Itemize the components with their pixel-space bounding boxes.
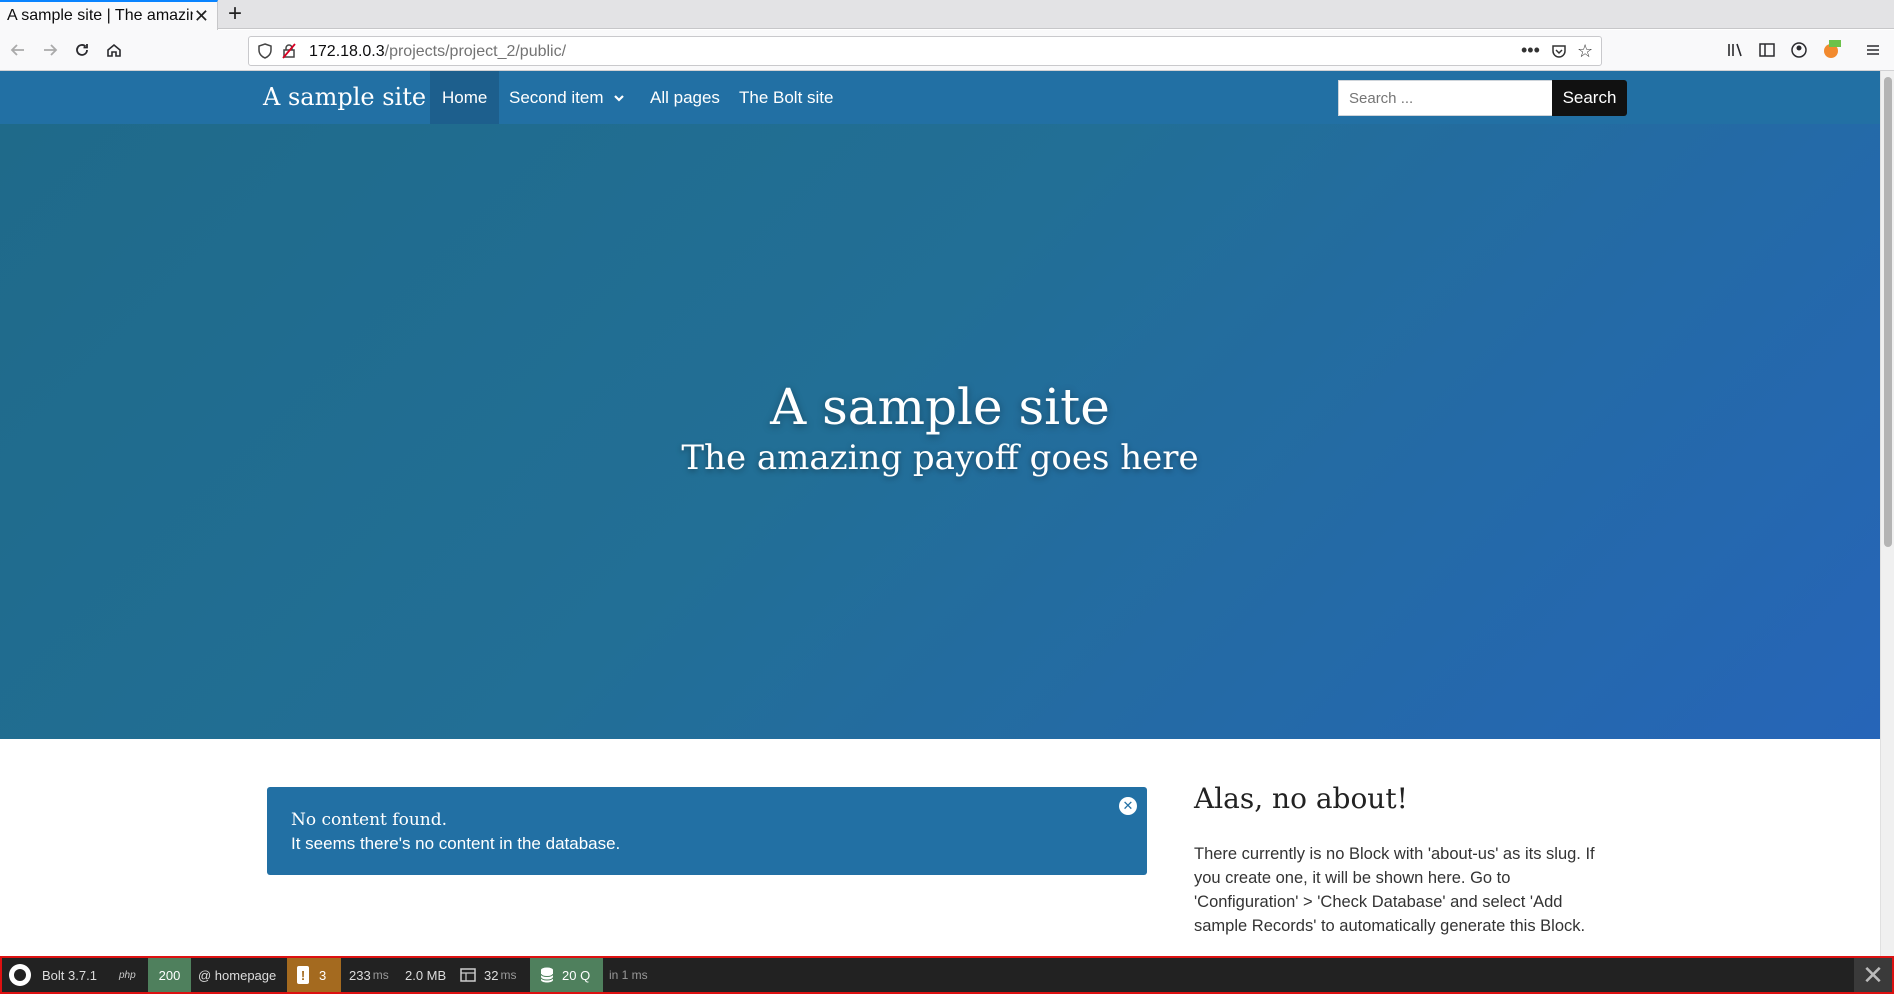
- page-scrollbar[interactable]: [1880, 71, 1894, 956]
- url-bar[interactable]: 172.18.0.3/projects/project_2/public/ ••…: [248, 36, 1602, 66]
- account-icon[interactable]: [1787, 38, 1811, 62]
- nav-item-second[interactable]: Second item: [509, 71, 626, 124]
- no-content-alert: No content found. It seems there's no co…: [267, 787, 1147, 875]
- nav-item-label: All pages: [650, 87, 720, 107]
- debug-queries-time: in 1 ms: [609, 968, 648, 982]
- url-text: 172.18.0.3/projects/project_2/public/: [309, 43, 567, 60]
- debug-memory[interactable]: 2.0 MB: [405, 958, 446, 992]
- aside-title: Alas, no about!: [1194, 782, 1408, 815]
- debug-warnings[interactable]: ! 3: [287, 958, 341, 992]
- hero-subtitle: The amazing payoff goes here: [681, 438, 1199, 478]
- sidebar-icon[interactable]: [1755, 38, 1779, 62]
- chevron-down-icon: [612, 91, 626, 105]
- new-tab-icon[interactable]: +: [228, 1, 242, 27]
- template-icon: [460, 967, 476, 983]
- reload-icon[interactable]: [70, 38, 94, 62]
- browser-toolbar: 172.18.0.3/projects/project_2/public/ ••…: [0, 30, 1894, 71]
- insecure-lock-icon[interactable]: [281, 43, 297, 64]
- hero-banner: A sample site The amazing payoff goes he…: [0, 124, 1880, 739]
- pocket-icon[interactable]: [1551, 43, 1567, 64]
- menu-icon[interactable]: [1861, 38, 1885, 62]
- page-actions-icon[interactable]: •••: [1521, 40, 1540, 61]
- browser-tab-strip: A sample site | The amazing payoff goes …: [0, 0, 1894, 30]
- bolt-debug-bar: Bolt 3.7.1 php 200 @ homepage ! 3 233 ms …: [0, 956, 1894, 994]
- debug-route[interactable]: @ homepage: [198, 958, 276, 992]
- search-input[interactable]: [1338, 80, 1552, 116]
- close-alert-icon[interactable]: ✕: [1119, 797, 1137, 815]
- debug-request-time[interactable]: 233 ms: [349, 958, 389, 992]
- tab-title: A sample site | The amazing payoff goes …: [7, 7, 193, 24]
- scrollbar-thumb[interactable]: [1884, 77, 1892, 547]
- alert-heading: No content found.: [291, 810, 448, 830]
- nav-item-label: Second item: [509, 87, 604, 107]
- burp-extension-icon[interactable]: [1819, 38, 1843, 62]
- warning-icon: !: [297, 966, 309, 984]
- nav-item-label: The Bolt site: [739, 87, 834, 107]
- nav-item-all-pages[interactable]: All pages: [650, 71, 720, 124]
- bookmark-star-icon[interactable]: ☆: [1577, 41, 1593, 62]
- browser-tab[interactable]: A sample site | The amazing payoff goes …: [0, 0, 218, 30]
- back-icon[interactable]: [6, 38, 30, 62]
- nav-item-bolt-site[interactable]: The Bolt site: [739, 71, 834, 124]
- debug-render-time[interactable]: 32 ms: [460, 958, 516, 992]
- database-icon: [540, 967, 554, 983]
- debug-status-code[interactable]: 200: [148, 958, 191, 992]
- site-header: A sample site Home Second item All pages…: [0, 71, 1880, 124]
- aside-text: There currently is no Block with 'about-…: [1194, 845, 1595, 935]
- library-icon[interactable]: [1723, 38, 1747, 62]
- hero-title: A sample site: [770, 378, 1110, 436]
- alert-message: It seems there's no content in the datab…: [291, 834, 621, 853]
- close-debug-bar-icon[interactable]: ✕: [1854, 958, 1892, 992]
- debug-queries[interactable]: 20 Q: [530, 958, 603, 992]
- shield-icon[interactable]: [257, 43, 273, 64]
- home-icon[interactable]: [102, 38, 126, 62]
- forward-icon[interactable]: [38, 38, 62, 62]
- search-button[interactable]: Search: [1552, 80, 1627, 116]
- nav-item-home[interactable]: Home: [430, 71, 500, 124]
- debug-bolt-version[interactable]: Bolt 3.7.1: [8, 958, 97, 992]
- bolt-logo-icon: [8, 963, 32, 987]
- site-brand[interactable]: A sample site: [263, 83, 426, 111]
- close-tab-icon[interactable]: ✕: [194, 6, 209, 26]
- nav-item-label: Home: [442, 87, 488, 107]
- php-icon[interactable]: php: [119, 958, 136, 992]
